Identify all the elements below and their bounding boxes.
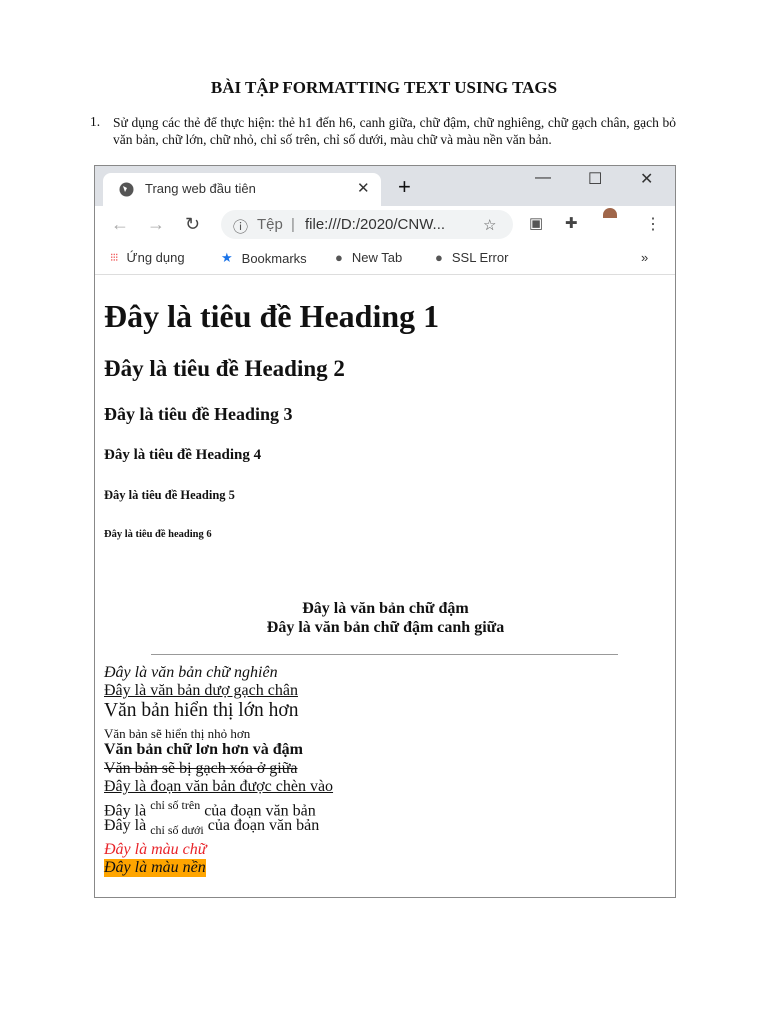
bookmark-label: SSL Error bbox=[451, 250, 509, 265]
heading-4: Đây là tiêu đề Heading 4 bbox=[104, 447, 262, 463]
colored-text: Đây là màu chữ bbox=[104, 841, 207, 858]
address-bar[interactable]: ⓘ Tệp | file:///D:/2020/CNW... ☆ bbox=[221, 210, 513, 239]
heading-6: Đây là tiêu đề heading 6 bbox=[104, 529, 212, 540]
italic-text: Đây là văn bản chữ nghiên bbox=[104, 664, 278, 681]
page-content: Đây là tiêu đề Heading 1 Đây là tiêu đề … bbox=[104, 276, 675, 897]
star-icon: ★ bbox=[221, 250, 233, 265]
underline-text: Đây là văn bản dượ gạch chân bbox=[104, 682, 298, 699]
globe-icon: ● bbox=[435, 250, 443, 265]
address-url: file:///D:/2020/CNW... bbox=[305, 216, 446, 233]
address-scheme: Tệp bbox=[257, 216, 283, 233]
text: Đây là bbox=[104, 817, 147, 834]
tab-bar: Trang web đầu tiên ✕ + — ☐ ✕ bbox=[95, 166, 675, 206]
heading-5: Đây là tiêu đề Heading 5 bbox=[104, 488, 235, 502]
bookmark-new-tab[interactable]: ● New Tab bbox=[335, 250, 402, 265]
browser-toolbar: ← → ↻ ⓘ Tệp | file:///D:/2020/CNW... ☆ ▣… bbox=[95, 206, 675, 243]
close-tab-icon[interactable]: ✕ bbox=[357, 179, 370, 197]
background-colored-text: Đây là màu nền bbox=[104, 859, 206, 877]
horizontal-rule bbox=[151, 654, 618, 655]
forward-icon[interactable]: → bbox=[147, 214, 165, 235]
heading-1: Đây là tiêu đề Heading 1 bbox=[104, 298, 440, 334]
puzzle-icon[interactable]: ✚ bbox=[565, 214, 578, 232]
menu-icon[interactable]: ⋮ bbox=[645, 214, 661, 234]
bookmark-ssl-error[interactable]: ● SSL Error bbox=[435, 250, 508, 265]
small-text: Văn bản sẽ hiển thị nhỏ hơn bbox=[104, 726, 251, 741]
avatar[interactable] bbox=[603, 208, 617, 218]
strikethrough-text: Văn bản sẽ bị gạch xóa ở giữa bbox=[104, 760, 298, 777]
extension-icon[interactable]: ▣ bbox=[529, 214, 543, 232]
superscript-text: chỉ số trên bbox=[150, 798, 201, 812]
bookmark-apps[interactable]: ⁝⁝⁝ Ứng dụng bbox=[110, 250, 185, 265]
globe-icon bbox=[119, 182, 134, 200]
bookmarks-overflow-button[interactable]: » bbox=[641, 250, 648, 265]
subscript-text: chỉ số dưới bbox=[150, 823, 204, 838]
document-title: BÀI TẬP FORMATTING TEXT USING TAGS bbox=[210, 78, 558, 97]
bookmark-bookmarks[interactable]: ★ Bookmarks bbox=[221, 250, 307, 266]
subscript-line: Đây là chỉ số dưới của đoạn văn bản bbox=[104, 817, 319, 838]
task-number: 1. bbox=[90, 114, 101, 129]
minimize-button[interactable]: — bbox=[535, 169, 551, 187]
inserted-text: Đây là đoạn văn bản được chèn vào bbox=[104, 778, 334, 795]
bookmark-label: Ứng dụng bbox=[126, 250, 185, 265]
tab-title: Trang web đầu tiên bbox=[145, 181, 256, 196]
big-text: Văn bản hiển thị lớn hơn bbox=[104, 700, 299, 721]
star-icon[interactable]: ☆ bbox=[483, 216, 496, 234]
bold-center-text: Đây là văn bản chữ đậm canh giữa bbox=[266, 619, 505, 636]
heading-3: Đây là tiêu đề Heading 3 bbox=[104, 404, 293, 424]
apps-grid-icon: ⁝⁝⁝ bbox=[110, 252, 118, 264]
bold-text: Đây là văn bản chữ đậm bbox=[302, 600, 469, 617]
browser-screenshot: Trang web đầu tiên ✕ + — ☐ ✕ ← → ↻ ⓘ Tệp… bbox=[94, 165, 676, 898]
separator: | bbox=[291, 216, 295, 233]
new-tab-button[interactable]: + bbox=[398, 174, 411, 200]
close-window-button[interactable]: ✕ bbox=[640, 169, 653, 189]
browser-tab[interactable]: Trang web đầu tiên ✕ bbox=[103, 173, 381, 206]
text: của đoạn văn bản bbox=[207, 817, 320, 834]
big-bold-text: Văn bản chữ lơn hơn và đậm bbox=[104, 741, 303, 758]
maximize-button[interactable]: ☐ bbox=[588, 169, 602, 189]
back-icon[interactable]: ← bbox=[111, 214, 129, 235]
info-icon: ⓘ bbox=[233, 219, 249, 236]
task-text: Sử dụng các thẻ để thực hiện: thẻ h1 đến… bbox=[113, 115, 676, 147]
reload-icon[interactable]: ↻ bbox=[185, 214, 200, 235]
bookmarks-bar: ⁝⁝⁝ Ứng dụng ★ Bookmarks ● New Tab ● SSL Err… bbox=[95, 243, 675, 275]
heading-2: Đây là tiêu đề Heading 2 bbox=[104, 356, 345, 381]
globe-icon: ● bbox=[335, 250, 343, 265]
bookmark-label: New Tab bbox=[351, 250, 403, 265]
bookmark-label: Bookmarks bbox=[241, 250, 307, 266]
